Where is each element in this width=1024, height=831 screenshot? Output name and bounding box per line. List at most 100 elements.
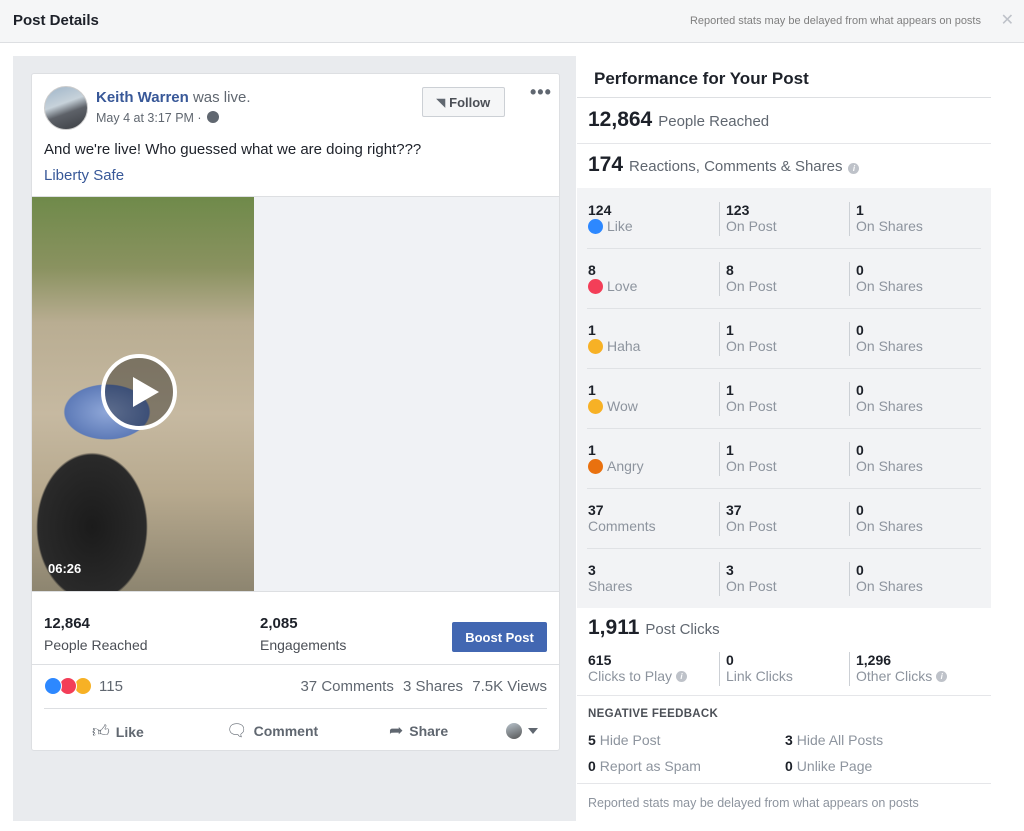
reaction-total-cell: 1 Wow [588,382,718,416]
clicks-to-play-cell: 615 Clicks to Play i [588,652,718,686]
author-line: Keith Warren was live. [96,89,251,106]
rss-icon: ◥ [436,96,446,109]
on-post-cell: 1 On Post [719,442,849,476]
on-shares-value: 0 [856,322,864,338]
play-icon[interactable] [101,354,177,430]
info-icon[interactable]: i [848,163,860,174]
on-post-label: On Post [726,518,777,534]
follow-button[interactable]: ◥ Follow [422,87,505,117]
engagements-count: 2,085 [260,615,298,632]
on-post-value: 123 [726,202,750,218]
hide-all-posts-label: Hide All Posts [796,732,884,748]
on-post-cell: 8 On Post [719,262,849,296]
reactions-summary: 115 37 Comments 3 Shares 7.5K Views [32,666,559,708]
on-shares-label: On Shares [856,218,923,234]
comment-button[interactable]: 🗨︎ Comment [226,721,318,741]
people-reached-value: 12,864 [588,108,653,131]
on-post-cell: 123 On Post [719,202,849,236]
share-button[interactable]: ➦ Share [389,721,448,741]
haha-icon [588,339,603,354]
video-thumbnail[interactable]: 06:26 [32,197,254,591]
engagements-label: Engagements [260,637,347,653]
hide-post-value: 5 [588,732,596,748]
post-clicks-breakdown: 615 Clicks to Play i 0 Link Clicks 1,296 … [577,652,991,692]
reaction-total-value: 124 [588,202,612,218]
post-tag-link[interactable]: Liberty Safe [44,167,124,184]
performance-title: Performance for Your Post [594,69,809,88]
reaction-label: Shares [588,578,633,594]
reaction-total-cell: 1 Angry [588,442,718,476]
on-shares-cell: 0 On Shares [849,442,979,476]
reaction-label: Angry [607,458,644,474]
reaction-row: 124 Like 123 On Post 1 On Shares [577,188,991,248]
video-player[interactable]: 06:26 [32,196,559,592]
on-post-label: On Post [726,398,777,414]
on-shares-cell: 1 On Shares [849,202,979,236]
post-actions: 👍︎ Like 🗨︎ Comment ➦ Share [44,708,547,748]
hide-all-posts-stat: 3 Hide All Posts [785,732,883,748]
follow-label: Follow [449,94,491,110]
on-shares-value: 0 [856,382,864,398]
close-icon[interactable]: ✕ [1001,11,1014,31]
on-shares-value: 0 [856,262,864,278]
divider [587,488,981,489]
other-clicks-cell: 1,296 Other Clicks i [849,652,979,686]
thumbs-up-icon: 👍︎ [92,722,110,741]
report-spam-value: 0 [588,758,596,774]
love-icon [588,279,603,294]
author-name-link[interactable]: Keith Warren [96,89,189,106]
link-clicks-label: Link Clicks [726,668,793,684]
on-shares-cell: 0 On Shares [849,262,979,296]
hide-post-label: Hide Post [599,732,661,748]
post-card: Keith Warren was live. May 4 at 3:17 PM … [31,73,560,751]
post-message: And we're live! Who guessed what we are … [44,141,422,158]
divider [577,695,991,696]
on-post-value: 8 [726,262,734,278]
views-count: 7.5K Views [472,678,547,695]
reaction-total-value: 1 [588,322,596,338]
footer-delay-note: Reported stats may be delayed from what … [588,796,919,810]
reaction-row: 37 Comments 37 On Post 0 On Shares [577,488,991,548]
info-icon[interactable]: i [676,671,688,682]
on-post-cell: 37 On Post [719,502,849,536]
author-avatar[interactable] [44,86,88,130]
comments-count-link[interactable]: 37 Comments [300,678,393,695]
reaction-label: Like [607,218,633,234]
divider [587,548,981,549]
on-post-value: 1 [726,442,734,458]
wow-icon [588,399,603,414]
on-shares-label: On Shares [856,278,923,294]
reaction-total-cell: 124 Like [588,202,718,236]
reaction-row: 8 Love 8 On Post 0 On Shares [577,248,991,308]
boost-post-button[interactable]: Boost Post [452,622,547,652]
reaction-total-cell: 3 Shares [588,562,718,596]
like-icon [44,677,62,695]
chevron-down-icon[interactable] [528,728,538,734]
on-post-label: On Post [726,338,777,354]
on-shares-value: 0 [856,442,864,458]
on-shares-label: On Shares [856,338,923,354]
on-post-value: 3 [726,562,734,578]
shares-count-link[interactable]: 3 Shares [403,678,463,695]
link-clicks-cell: 0 Link Clicks [719,652,849,686]
divider [577,97,991,98]
people-reached-count: 12,864 [44,615,90,632]
rcs-caption: Reactions, Comments & Shares [629,158,843,175]
on-shares-label: On Shares [856,398,923,414]
page-avatar-selector[interactable] [506,723,522,739]
reaction-total-value: 37 [588,502,604,518]
reaction-total-cell: 37 Comments [588,502,718,536]
report-spam-stat: 0 Report as Spam [588,758,701,774]
like-button[interactable]: 👍︎ Like [92,721,144,742]
on-shares-label: On Shares [856,458,923,474]
post-timestamp[interactable]: May 4 at 3:17 PM · [96,111,220,125]
angry-icon [588,459,603,474]
info-icon[interactable]: i [936,671,948,682]
other-clicks-value: 1,296 [856,652,892,668]
reaction-count[interactable]: 115 [99,678,123,695]
unlike-page-value: 0 [785,758,793,774]
comment-icon: 🗨︎ [226,721,248,740]
reaction-label: Comments [588,518,656,534]
divider [587,248,981,249]
more-options-icon[interactable]: ••• [530,82,552,103]
